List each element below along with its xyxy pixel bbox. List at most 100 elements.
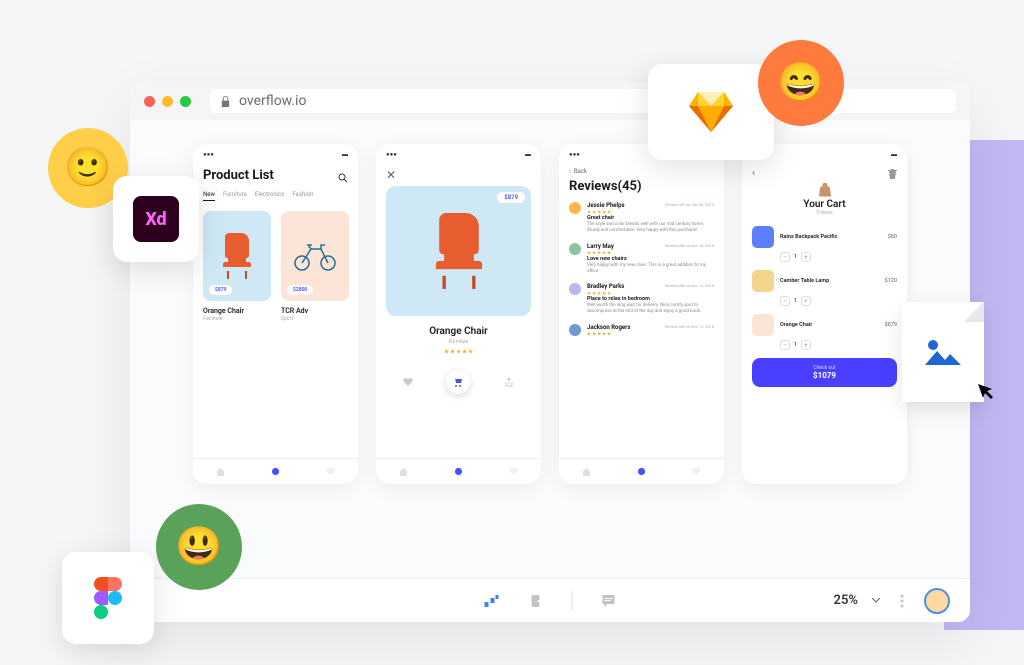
review-text: The style and color blends well with our… [587,222,714,235]
qty-plus[interactable]: + [801,340,811,350]
tab-furniture[interactable]: Furniture [223,191,247,201]
window-close[interactable] [144,96,155,107]
chevron-down-icon[interactable] [872,598,880,603]
product-card[interactable]: $879 Orange Chair Furniture [203,211,271,322]
reviewer-name: Jessie Phelps [587,202,625,209]
review-text: Very happy with my new chair. This is a … [587,263,714,276]
reviewer-avatar [569,283,581,295]
tab-new[interactable]: New [203,191,215,201]
item-price: $879 [885,322,897,328]
item-name: Rains Backpack Pacific [780,234,882,240]
checkout-button[interactable]: Check out $1079 [752,358,897,387]
home-icon[interactable] [216,467,225,476]
browse-icon[interactable] [637,467,646,476]
qty-value: 1 [794,342,797,348]
design-canvas[interactable]: ●●●▬ Product List New Furniture Electron… [130,120,970,578]
screen-product-list[interactable]: ●●●▬ Product List New Furniture Electron… [193,144,358,484]
page-title: Your Cart [752,199,897,210]
heart-icon[interactable] [326,467,335,476]
heart-icon[interactable] [509,467,518,476]
browse-icon[interactable] [271,467,280,476]
review-title: Great chair [587,215,714,221]
screen-cart[interactable]: ●●●▬ ‹ Your Cart 3 items Rains Backpack … [742,144,907,484]
price-tag: $879 [209,285,232,295]
page-title: Reviews(45) [569,179,714,194]
bike-icon [293,241,337,271]
phone-nav [193,458,358,484]
collaborator-avatar: 😄 [758,40,844,126]
heart-icon[interactable] [692,467,701,476]
phone-statusbar: ●●●▬ [193,144,358,164]
browse-icon[interactable] [454,467,463,476]
back-icon[interactable]: ‹ [752,168,755,179]
star-rating [587,251,714,255]
device-tool-icon[interactable] [528,593,544,609]
comment-tool-icon[interactable] [601,593,617,609]
home-icon[interactable] [582,467,591,476]
close-icon[interactable]: ✕ [386,168,531,182]
reviewer-avatar [569,243,581,255]
reviewer-name: Larry May [587,243,614,250]
item-price: $120 [885,278,897,284]
product-name: Orange Chair [203,307,271,315]
reviewer-avatar [569,324,581,336]
url-bar[interactable]: overflow.io [210,89,956,113]
review-date: Review left on Dec 13, 2018 [665,283,714,290]
product-category: Furniture [203,316,271,322]
screen-reviews[interactable]: ●●●▬ ‹Back Reviews(45) Jessie PhelpsRevi… [559,144,724,484]
cart-item: Rains Backpack Pacific $80 −1+ [752,226,897,262]
item-name: Orange Chair [780,322,879,328]
image-file[interactable] [902,302,984,402]
review-item: Jackson RogersReview left on Dec 12, 201… [569,324,714,337]
price-tag: $879 [497,192,525,203]
item-name: Camber Table Lamp [780,278,879,284]
item-thumbnail [752,226,774,248]
tab-fashion[interactable]: Fashion [292,191,313,201]
reviewer-name: Bradley Parks [587,283,624,290]
heart-icon[interactable] [403,377,413,387]
figma-icon [94,577,122,619]
back-button[interactable]: ‹Back [569,168,714,175]
cart-icon [453,377,463,387]
window-minimize[interactable] [162,96,173,107]
cart-item: Orange Chair $879 −1 + [752,314,897,350]
url-text: overflow.io [239,93,306,109]
star-rating [587,210,714,214]
qty-value: 1 [794,298,797,304]
browser-tabbar: overflow.io [130,82,970,120]
star-rating [587,332,714,336]
window-maximize[interactable] [180,96,191,107]
qty-plus[interactable]: + [801,252,811,262]
review-item: Larry MayReview left on Dec 18, 2018 Lov… [569,243,714,276]
qty-minus[interactable]: − [780,252,790,262]
qty-minus[interactable]: − [780,340,790,350]
review-date: Review left on Dec 12, 2018 [665,324,714,331]
chair-icon [217,233,257,279]
home-icon[interactable] [399,467,408,476]
more-icon[interactable] [894,593,910,609]
phone-statusbar: ●●●▬ [376,144,541,164]
product-name: TCR Adv [281,307,349,315]
adobe-xd-badge: Xd [113,176,199,262]
search-icon[interactable] [338,173,348,183]
phone-nav [559,458,724,484]
review-item: Jessie Phelps Review left on Jan 08, 2019… [569,202,714,235]
screen-product-detail[interactable]: ●●●▬ ✕ $879 Orange Chair Furniture [376,144,541,484]
share-icon[interactable] [504,377,514,387]
user-avatar[interactable] [924,588,950,614]
trash-icon[interactable] [888,169,897,179]
flow-tool-icon[interactable] [484,593,500,609]
review-date: Review left on Jan 08, 2019 [665,202,714,209]
tab-electronics[interactable]: Electronics [255,191,285,201]
bag-icon [818,183,832,197]
qty-plus[interactable]: + [801,296,811,306]
product-card[interactable]: $2800 TCR Adv Sport [281,211,349,322]
cart-count: 3 items [752,210,897,216]
divider [572,591,573,611]
qty-value: 1 [794,254,797,260]
zoom-level[interactable]: 25% [834,593,858,608]
review-title: Place to relax in bedroom [587,296,714,302]
qty-minus[interactable]: − [780,296,790,306]
phone-nav [376,458,541,484]
add-to-cart-button[interactable] [446,370,470,394]
